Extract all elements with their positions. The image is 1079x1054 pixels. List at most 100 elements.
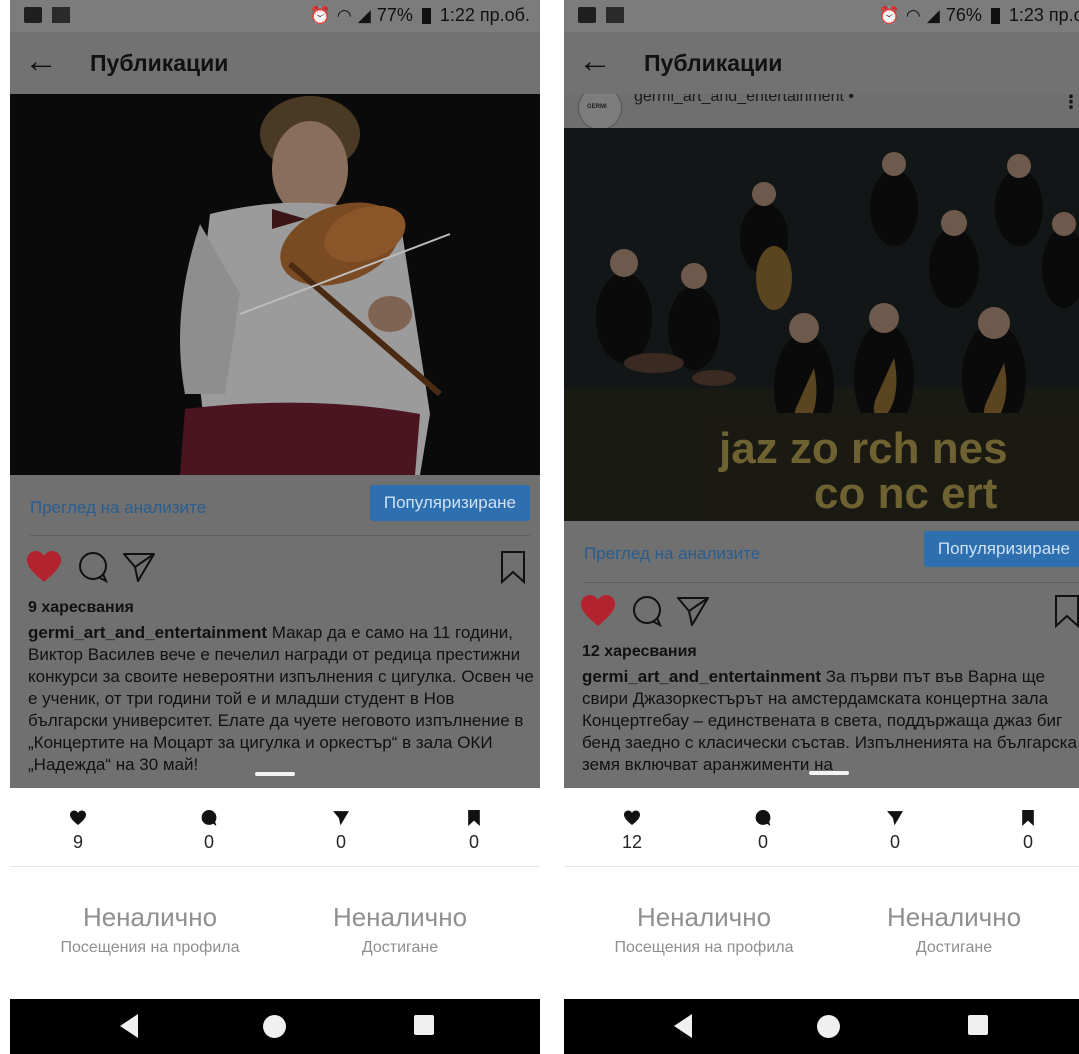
stat-likes: 9 bbox=[38, 806, 118, 853]
stat-saves: 0 bbox=[434, 806, 514, 853]
liked-heart-icon[interactable] bbox=[580, 594, 616, 628]
promote-button[interactable]: Популяризиране bbox=[369, 485, 530, 521]
heart-icon bbox=[70, 810, 86, 826]
post-photo[interactable]: jaz zo rch nes co nc ert bbox=[564, 128, 1079, 521]
post-caption: germi_art_and_entertainment Макар да е с… bbox=[28, 622, 538, 776]
stats-divider bbox=[564, 866, 1079, 867]
wifi-icon: ◠ bbox=[905, 5, 921, 25]
divider-line bbox=[584, 582, 1079, 583]
profile-visits-label: Посещения на профила bbox=[60, 939, 240, 956]
liked-heart-icon[interactable] bbox=[26, 550, 62, 584]
metric-reach: Неналично Достигане bbox=[275, 902, 525, 957]
stage-sign-2: co nc ert bbox=[814, 469, 998, 518]
post-header: GERMI germi_art_and_entertainment • ⋮ bbox=[564, 94, 1079, 130]
bookmark-icon bbox=[1022, 810, 1034, 826]
clock: 1:23 пр.об bbox=[1008, 5, 1079, 25]
stat-comments: 0 bbox=[723, 806, 803, 853]
engagement-stats: 12 0 0 0 bbox=[564, 788, 1079, 858]
nav-home-icon[interactable] bbox=[263, 1015, 286, 1038]
scroll-handle bbox=[255, 772, 295, 776]
caption-username[interactable]: germi_art_and_entertainment bbox=[28, 623, 267, 642]
image-notification-icon bbox=[578, 7, 596, 23]
profile-visits-value: Неналично bbox=[636, 902, 772, 932]
battery-percent: 77% bbox=[376, 5, 413, 25]
alarm-icon: ⏰ bbox=[309, 5, 331, 25]
app-header: ← Публикации bbox=[564, 32, 1079, 94]
gallery-notification-icon bbox=[606, 7, 624, 23]
nav-home-icon[interactable] bbox=[817, 1015, 840, 1038]
comment-icon bbox=[201, 810, 217, 826]
clock: 1:22 пр.об. bbox=[439, 5, 530, 25]
image-notification-icon bbox=[24, 7, 42, 23]
app-header: ← Публикации bbox=[10, 32, 540, 94]
promote-button[interactable]: Популяризиране bbox=[923, 531, 1079, 567]
engagement-stats: 9 0 0 0 bbox=[10, 788, 540, 858]
metric-reach: Неналично Достигане bbox=[829, 902, 1079, 957]
comment-icon[interactable] bbox=[630, 594, 664, 628]
metric-profile-visits: Неналично Посещения на профила bbox=[25, 902, 275, 957]
battery-icon bbox=[421, 7, 431, 24]
saves-value: 0 bbox=[468, 832, 479, 852]
view-insights-link[interactable]: Преглед на анализите bbox=[30, 498, 206, 518]
avatar[interactable]: GERMI bbox=[578, 94, 622, 130]
stat-comments: 0 bbox=[169, 806, 249, 853]
metric-profile-visits: Неналично Посещения на профила bbox=[579, 902, 829, 957]
back-arrow-icon[interactable]: ← bbox=[24, 44, 58, 78]
reach-label: Достигане bbox=[915, 939, 993, 956]
shares-value: 0 bbox=[889, 832, 900, 852]
share-icon[interactable] bbox=[122, 550, 156, 584]
divider-line bbox=[30, 535, 530, 536]
shares-value: 0 bbox=[335, 832, 346, 852]
bookmark-icon[interactable] bbox=[1054, 594, 1079, 628]
battery-percent: 76% bbox=[945, 5, 982, 25]
screen-left: ⏰ ◠ ◢ 77% 1:22 пр.об. ← Публикации Прегл… bbox=[10, 0, 540, 1054]
stat-likes: 12 bbox=[592, 806, 672, 853]
reach-value: Неналично bbox=[332, 902, 468, 932]
signal-icon: ◢ bbox=[357, 5, 371, 25]
nav-back-icon[interactable] bbox=[674, 1014, 692, 1038]
likes-value: 12 bbox=[621, 832, 643, 852]
avatar-logo-text: GERMI bbox=[587, 104, 607, 110]
comments-value: 0 bbox=[757, 832, 768, 852]
stat-shares: 0 bbox=[855, 806, 935, 853]
comments-value: 0 bbox=[203, 832, 214, 852]
share-icon bbox=[333, 811, 349, 826]
post-username[interactable]: germi_art_and_entertainment • bbox=[634, 94, 854, 106]
share-icon[interactable] bbox=[676, 594, 710, 628]
comment-icon[interactable] bbox=[76, 550, 110, 584]
more-options-icon[interactable]: ⋮ bbox=[1062, 94, 1079, 113]
back-arrow-icon[interactable]: ← bbox=[578, 44, 612, 78]
likes-count[interactable]: 9 харесвания bbox=[28, 599, 134, 617]
insights-row: Преглед на анализите Популяризиране bbox=[564, 521, 1079, 575]
likes-value: 9 bbox=[72, 832, 83, 852]
bookmark-icon[interactable] bbox=[500, 550, 526, 584]
alarm-icon: ⏰ bbox=[878, 5, 900, 25]
comment-icon bbox=[755, 810, 771, 826]
wifi-icon: ◠ bbox=[336, 5, 352, 25]
post-content: GERMI germi_art_and_entertainment • ⋮ ja… bbox=[564, 94, 1079, 788]
profile-visits-value: Неналично bbox=[82, 902, 218, 932]
post-actions bbox=[26, 550, 526, 594]
stat-shares: 0 bbox=[301, 806, 381, 853]
battery-icon bbox=[990, 7, 1000, 24]
page-title: Публикации bbox=[90, 50, 229, 76]
likes-count[interactable]: 12 харесвания bbox=[582, 643, 697, 661]
caption-text: Макар да е само на 11 години, Виктор Вас… bbox=[28, 623, 534, 774]
view-insights-link[interactable]: Преглед на анализите bbox=[584, 544, 760, 564]
saves-value: 0 bbox=[1022, 832, 1033, 852]
status-bar: ⏰ ◠ ◢ 77% 1:22 пр.об. bbox=[10, 0, 540, 32]
post-caption: germi_art_and_entertainment За първи път… bbox=[582, 666, 1079, 776]
scroll-handle bbox=[809, 771, 849, 775]
nav-recents-icon[interactable] bbox=[968, 1015, 988, 1035]
android-nav-bar bbox=[564, 999, 1079, 1054]
reach-label: Достигане bbox=[361, 939, 439, 956]
signal-icon: ◢ bbox=[926, 5, 940, 25]
caption-username[interactable]: germi_art_and_entertainment bbox=[582, 667, 821, 686]
bookmark-icon bbox=[468, 810, 480, 826]
gallery-notification-icon bbox=[52, 7, 70, 23]
nav-recents-icon[interactable] bbox=[414, 1015, 434, 1035]
nav-back-icon[interactable] bbox=[120, 1014, 138, 1038]
profile-visits-label: Посещения на профила bbox=[614, 939, 794, 956]
post-photo[interactable] bbox=[10, 94, 540, 475]
stats-divider bbox=[10, 866, 540, 867]
